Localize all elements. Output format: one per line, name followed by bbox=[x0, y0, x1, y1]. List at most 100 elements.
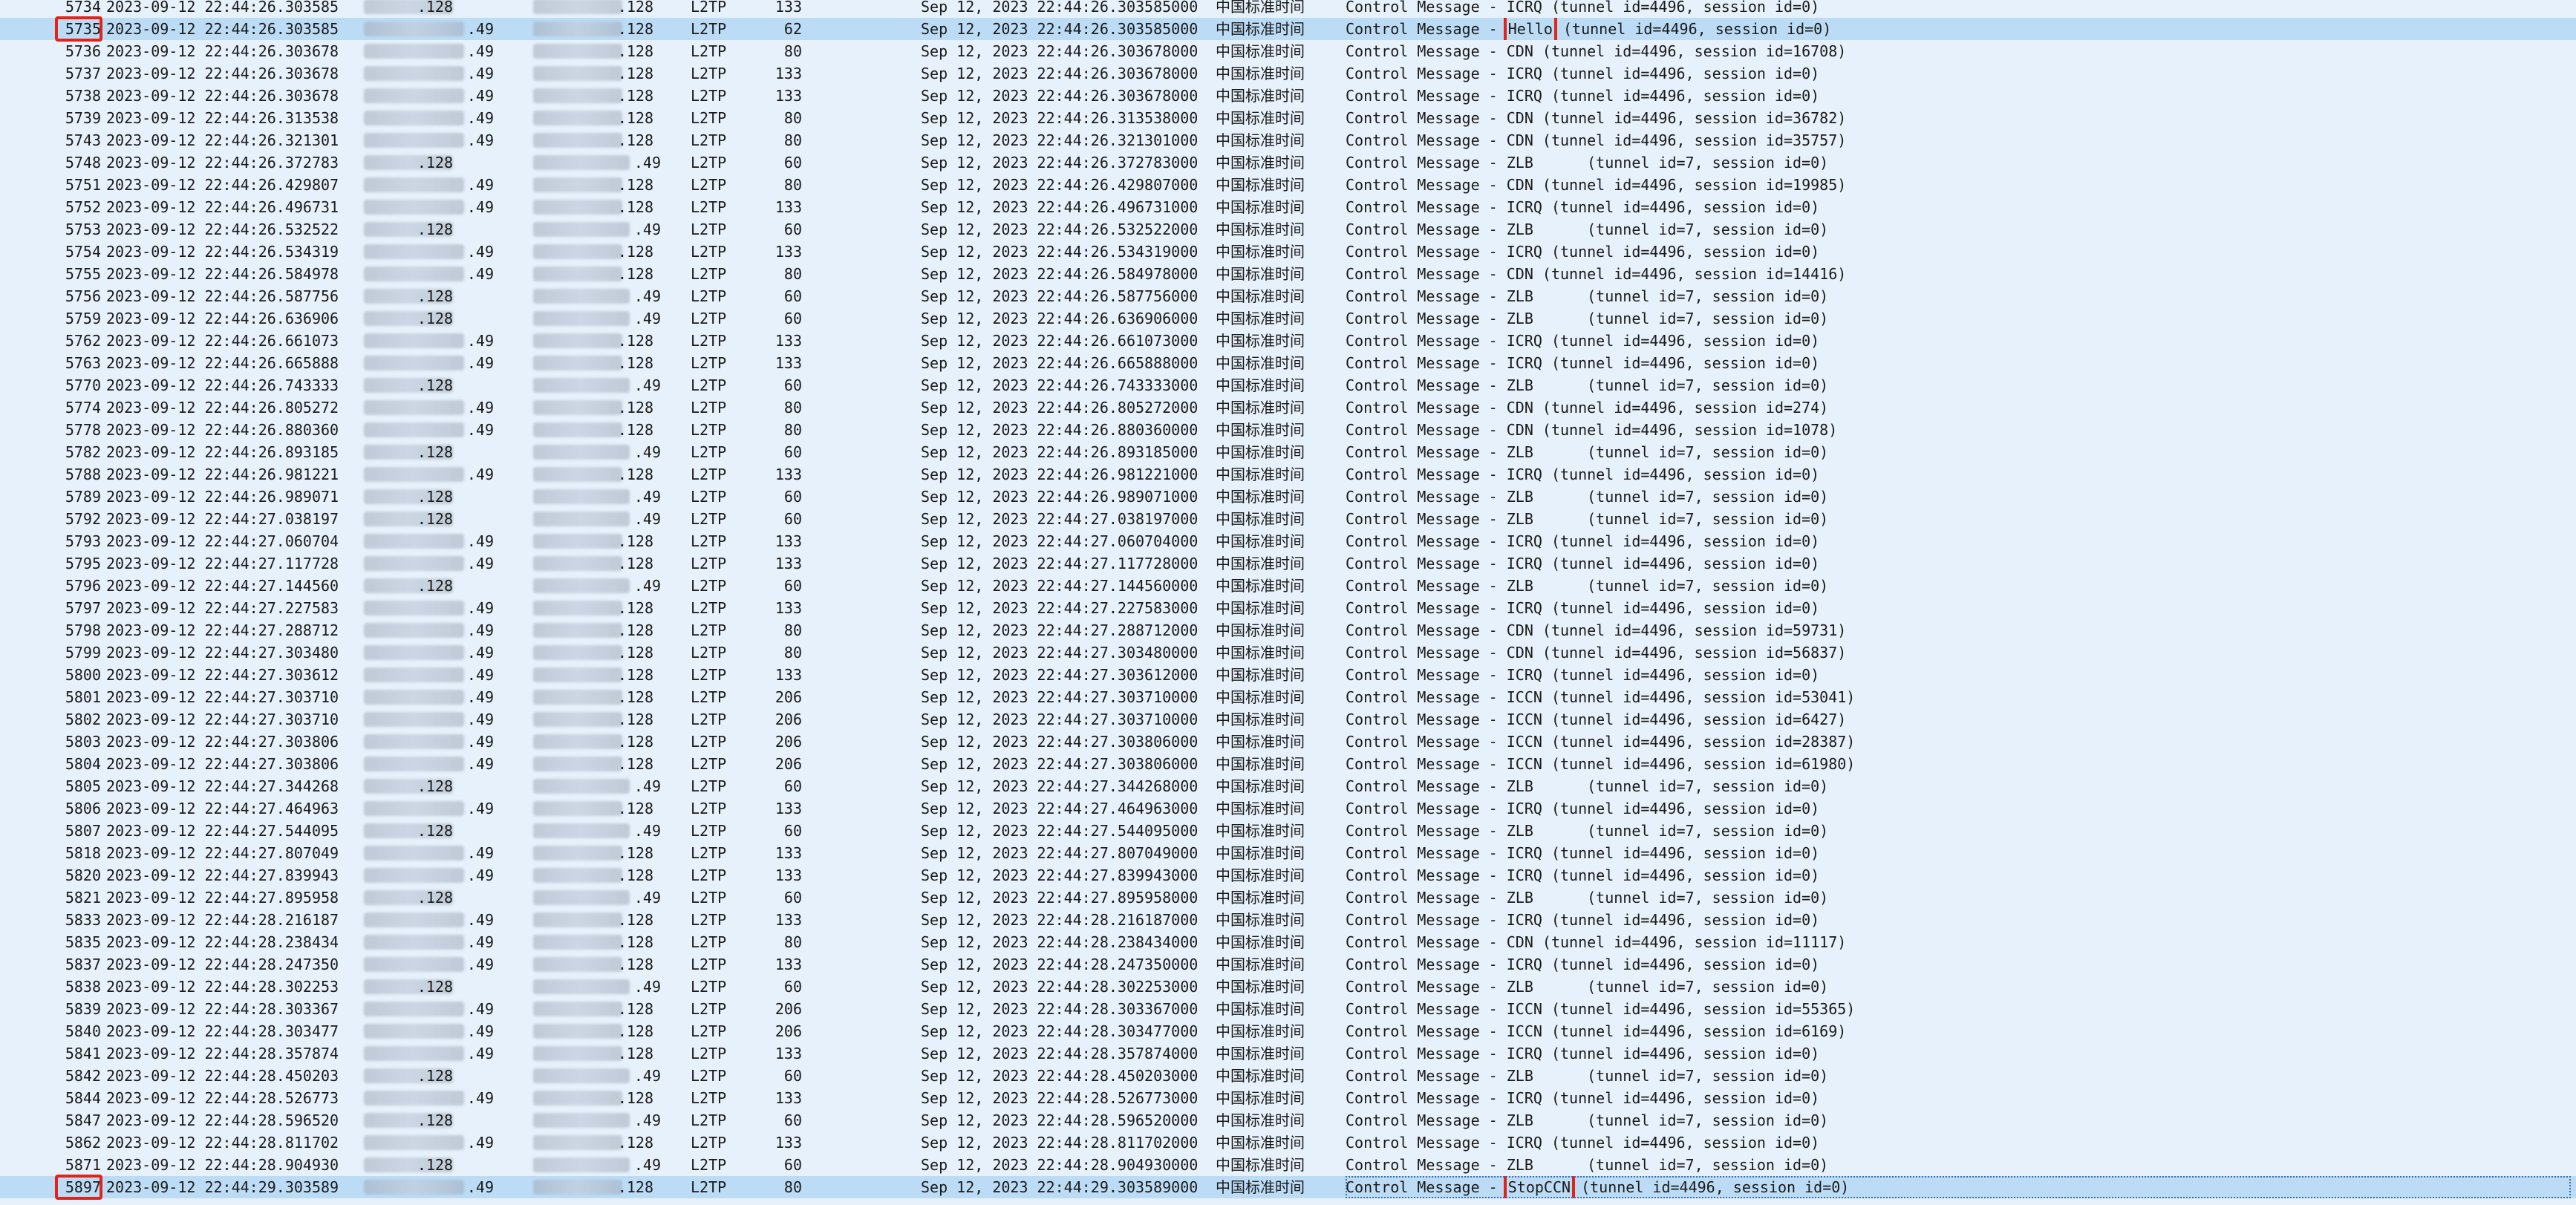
packet-row[interactable]: 5736 2023-09-12 22:44:26.303678 .49 .128 L2T… bbox=[0, 40, 2576, 62]
absolute-time: Sep 12, 2023 22:44:26.880360000 bbox=[921, 421, 1199, 439]
packet-number: 5788 bbox=[65, 466, 101, 483]
packet-row[interactable]: 5835 2023-09-12 22:44:28.238434 .49 .128 L2T… bbox=[0, 931, 2576, 953]
packet-row[interactable]: 5778 2023-09-12 22:44:26.880360 .49 .128 L2T… bbox=[0, 419, 2576, 441]
info: Control Message - ZLB (tunnel id=7, sess… bbox=[1346, 310, 1829, 327]
packet-row[interactable]: 5759 2023-09-12 22:44:26.636906 .128 .49 L2T… bbox=[0, 307, 2576, 330]
packet-row[interactable]: 5821 2023-09-12 22:44:27.895958 .128 .49 L2T… bbox=[0, 886, 2576, 909]
absolute-time: Sep 12, 2023 22:44:28.247350000 bbox=[921, 956, 1199, 973]
packet-row[interactable]: 5806 2023-09-12 22:44:27.464963 .49 .128 L2T… bbox=[0, 797, 2576, 820]
absolute-time: Sep 12, 2023 22:44:27.303710000 bbox=[921, 688, 1199, 706]
packet-row[interactable]: 5862 2023-09-12 22:44:28.811702 .49 .128 L2T… bbox=[0, 1131, 2576, 1154]
packet-row[interactable]: 5804 2023-09-12 22:44:27.303806 .49 .128 L2T… bbox=[0, 753, 2576, 775]
packet-row[interactable]: 5840 2023-09-12 22:44:28.303477 .49 .128 L2T… bbox=[0, 1020, 2576, 1042]
packet-row[interactable]: 5805 2023-09-12 22:44:27.344268 .128 .49 L2T… bbox=[0, 775, 2576, 797]
packet-row[interactable]: 5753 2023-09-12 22:44:26.532522 .128 .49 L2T… bbox=[0, 218, 2576, 241]
packet-row[interactable]: 5752 2023-09-12 22:44:26.496731 .49 .128 L2T… bbox=[0, 196, 2576, 218]
packet-row[interactable]: 5797 2023-09-12 22:44:27.227583 .49 .128 L2T… bbox=[0, 597, 2576, 619]
packet-row[interactable]: 5897 2023-09-12 22:44:29.303589 .49 .128 L2T… bbox=[0, 1175, 2576, 1200]
source-address: .49 bbox=[466, 65, 494, 82]
absolute-time: Sep 12, 2023 22:44:28.450203000 bbox=[921, 1067, 1199, 1085]
packet-row[interactable]: 5847 2023-09-12 22:44:28.596520 .128 .49 L2T… bbox=[0, 1109, 2576, 1131]
length: 133 bbox=[775, 1134, 802, 1152]
packet-row[interactable]: 5795 2023-09-12 22:44:27.117728 .49 .128 L2T… bbox=[0, 552, 2576, 575]
packet-row[interactable]: 5789 2023-09-12 22:44:26.989071 .128 .49 L2T… bbox=[0, 486, 2576, 508]
packet-row[interactable]: 5837 2023-09-12 22:44:28.247350 .49 .128 L2T… bbox=[0, 953, 2576, 976]
timezone: 中国标准时间 bbox=[1216, 466, 1305, 483]
protocol: L2TP bbox=[691, 800, 727, 817]
packet-row[interactable]: 5762 2023-09-12 22:44:26.661073 .49 .128 L2T… bbox=[0, 330, 2576, 352]
packet-row[interactable]: 5763 2023-09-12 22:44:26.665888 .49 .128 L2T… bbox=[0, 352, 2576, 374]
protocol: L2TP bbox=[691, 466, 727, 483]
packet-time: 2023-09-12 22:44:27.038197 bbox=[106, 510, 339, 528]
packet-row[interactable]: 5770 2023-09-12 22:44:26.743333 .128 .49 L2T… bbox=[0, 374, 2576, 396]
info: Control Message - ICRQ (tunnel id=4496, … bbox=[1346, 466, 1820, 483]
packet-row[interactable]: 5799 2023-09-12 22:44:27.303480 .49 .128 L2T… bbox=[0, 641, 2576, 664]
packet-row[interactable]: 5818 2023-09-12 22:44:27.807049 .49 .128 L2T… bbox=[0, 842, 2576, 864]
absolute-time: Sep 12, 2023 22:44:27.303612000 bbox=[921, 666, 1199, 684]
packet-row[interactable]: 5756 2023-09-12 22:44:26.587756 .128 .49 L2T… bbox=[0, 285, 2576, 307]
packet-row[interactable]: 5748 2023-09-12 22:44:26.372783 .128 .49 L2T… bbox=[0, 151, 2576, 174]
protocol: L2TP bbox=[691, 443, 727, 461]
protocol: L2TP bbox=[691, 20, 727, 38]
source-address: .49 bbox=[466, 866, 494, 884]
packet-row[interactable]: 5839 2023-09-12 22:44:28.303367 .49 .128 L2T… bbox=[0, 998, 2576, 1020]
packet-row[interactable]: 5820 2023-09-12 22:44:27.839943 .49 .128 L2T… bbox=[0, 864, 2576, 886]
protocol: L2TP bbox=[691, 65, 727, 82]
info: Control Message - ZLB (tunnel id=7, sess… bbox=[1346, 154, 1829, 172]
length: 80 bbox=[783, 933, 802, 951]
destination-address: .128 bbox=[617, 354, 653, 372]
info: Control Message - ICRQ (tunnel id=4496, … bbox=[1346, 555, 1820, 572]
packet-number: 5796 bbox=[65, 577, 101, 595]
packet-row[interactable]: 5739 2023-09-12 22:44:26.313538 .49 .128 L2T… bbox=[0, 107, 2576, 129]
packet-number: 5738 bbox=[65, 87, 101, 105]
packet-row[interactable]: 5754 2023-09-12 22:44:26.534319 .49 .128 L2T… bbox=[0, 241, 2576, 263]
packet-row[interactable]: 5838 2023-09-12 22:44:28.302253 .128 .49 L2T… bbox=[0, 976, 2576, 998]
absolute-time: Sep 12, 2023 22:44:28.357874000 bbox=[921, 1045, 1199, 1062]
absolute-time: Sep 12, 2023 22:44:26.372783000 bbox=[921, 154, 1199, 172]
packet-row[interactable]: 5774 2023-09-12 22:44:26.805272 .49 .128 L2T… bbox=[0, 396, 2576, 419]
packet-number: 5778 bbox=[65, 421, 101, 439]
packet-number: 5782 bbox=[65, 443, 101, 461]
packet-row[interactable]: 5798 2023-09-12 22:44:27.288712 .49 .128 L2T… bbox=[0, 619, 2576, 641]
absolute-time: Sep 12, 2023 22:44:27.895958000 bbox=[921, 889, 1199, 907]
packet-row[interactable]: 5807 2023-09-12 22:44:27.544095 .128 .49 L2T… bbox=[0, 820, 2576, 842]
packet-row[interactable]: 5782 2023-09-12 22:44:26.893185 .128 .49 L2T… bbox=[0, 441, 2576, 463]
timezone: 中国标准时间 bbox=[1216, 154, 1305, 172]
destination-address: .49 bbox=[633, 221, 661, 238]
info: Control Message - ZLB (tunnel id=7, sess… bbox=[1346, 889, 1829, 907]
packet-row[interactable]: 5842 2023-09-12 22:44:28.450203 .128 .49 L2T… bbox=[0, 1065, 2576, 1087]
packet-row[interactable]: 5871 2023-09-12 22:44:28.904930 .128 .49 L2T… bbox=[0, 1154, 2576, 1176]
packet-row[interactable]: 5844 2023-09-12 22:44:28.526773 .49 .128 L2T… bbox=[0, 1087, 2576, 1109]
source-address: .128 bbox=[417, 221, 453, 238]
packet-time: 2023-09-12 22:44:27.895958 bbox=[106, 889, 339, 907]
packet-time: 2023-09-12 22:44:26.303585 bbox=[106, 20, 339, 38]
packet-row[interactable]: 5734 2023-09-12 22:44:26.303585 .128 .128 L2… bbox=[0, 0, 2576, 18]
timezone: 中国标准时间 bbox=[1216, 198, 1305, 216]
packet-row[interactable]: 5803 2023-09-12 22:44:27.303806 .49 .128 L2T… bbox=[0, 731, 2576, 753]
packet-row[interactable]: 5788 2023-09-12 22:44:26.981221 .49 .128 L2T… bbox=[0, 463, 2576, 486]
packet-row[interactable]: 5743 2023-09-12 22:44:26.321301 .49 .128 L2T… bbox=[0, 129, 2576, 151]
packet-list[interactable]: 5734 2023-09-12 22:44:26.303585 .128 .128 L2… bbox=[0, 0, 2576, 1205]
info: Control Message - ICCN (tunnel id=4496, … bbox=[1346, 711, 1847, 728]
destination-address: .128 bbox=[617, 644, 653, 662]
packet-row[interactable]: 5735 2023-09-12 22:44:26.303585 .49 .128 L2T… bbox=[0, 16, 2576, 42]
packet-row[interactable]: 5802 2023-09-12 22:44:27.303710 .49 .128 L2T… bbox=[0, 708, 2576, 731]
packet-number: 5803 bbox=[65, 733, 101, 751]
packet-row[interactable]: 5792 2023-09-12 22:44:27.038197 .128 .49 L2T… bbox=[0, 508, 2576, 530]
packet-row[interactable]: 5737 2023-09-12 22:44:26.303678 .49 .128 L2T… bbox=[0, 62, 2576, 85]
packet-row[interactable]: 5833 2023-09-12 22:44:28.216187 .49 .128 L2T… bbox=[0, 909, 2576, 931]
packet-row[interactable]: 5751 2023-09-12 22:44:26.429807 .49 .128 L2T… bbox=[0, 174, 2576, 196]
info: Control Message - ICCN (tunnel id=4496, … bbox=[1346, 755, 1856, 773]
packet-row[interactable]: 5793 2023-09-12 22:44:27.060704 .49 .128 L2T… bbox=[0, 530, 2576, 552]
destination-address: .128 bbox=[617, 1000, 653, 1018]
destination-address: .128 bbox=[617, 688, 653, 706]
packet-row[interactable]: 5801 2023-09-12 22:44:27.303710 .49 .128 L2T… bbox=[0, 686, 2576, 708]
packet-row[interactable]: 5800 2023-09-12 22:44:27.303612 .49 .128 L2T… bbox=[0, 664, 2576, 686]
packet-row[interactable]: 5738 2023-09-12 22:44:26.303678 .49 .128 L2T… bbox=[0, 85, 2576, 107]
packet-row[interactable]: 5755 2023-09-12 22:44:26.584978 .49 .128 L2T… bbox=[0, 263, 2576, 285]
packet-number: 5837 bbox=[65, 956, 101, 973]
info: Control Message - ZLB (tunnel id=7, sess… bbox=[1346, 777, 1829, 795]
info: Control Message - ZLB (tunnel id=7, sess… bbox=[1346, 1156, 1829, 1174]
packet-row[interactable]: 5796 2023-09-12 22:44:27.144560 .128 .49 L2T… bbox=[0, 575, 2576, 597]
packet-row[interactable]: 5841 2023-09-12 22:44:28.357874 .49 .128 L2T… bbox=[0, 1042, 2576, 1065]
